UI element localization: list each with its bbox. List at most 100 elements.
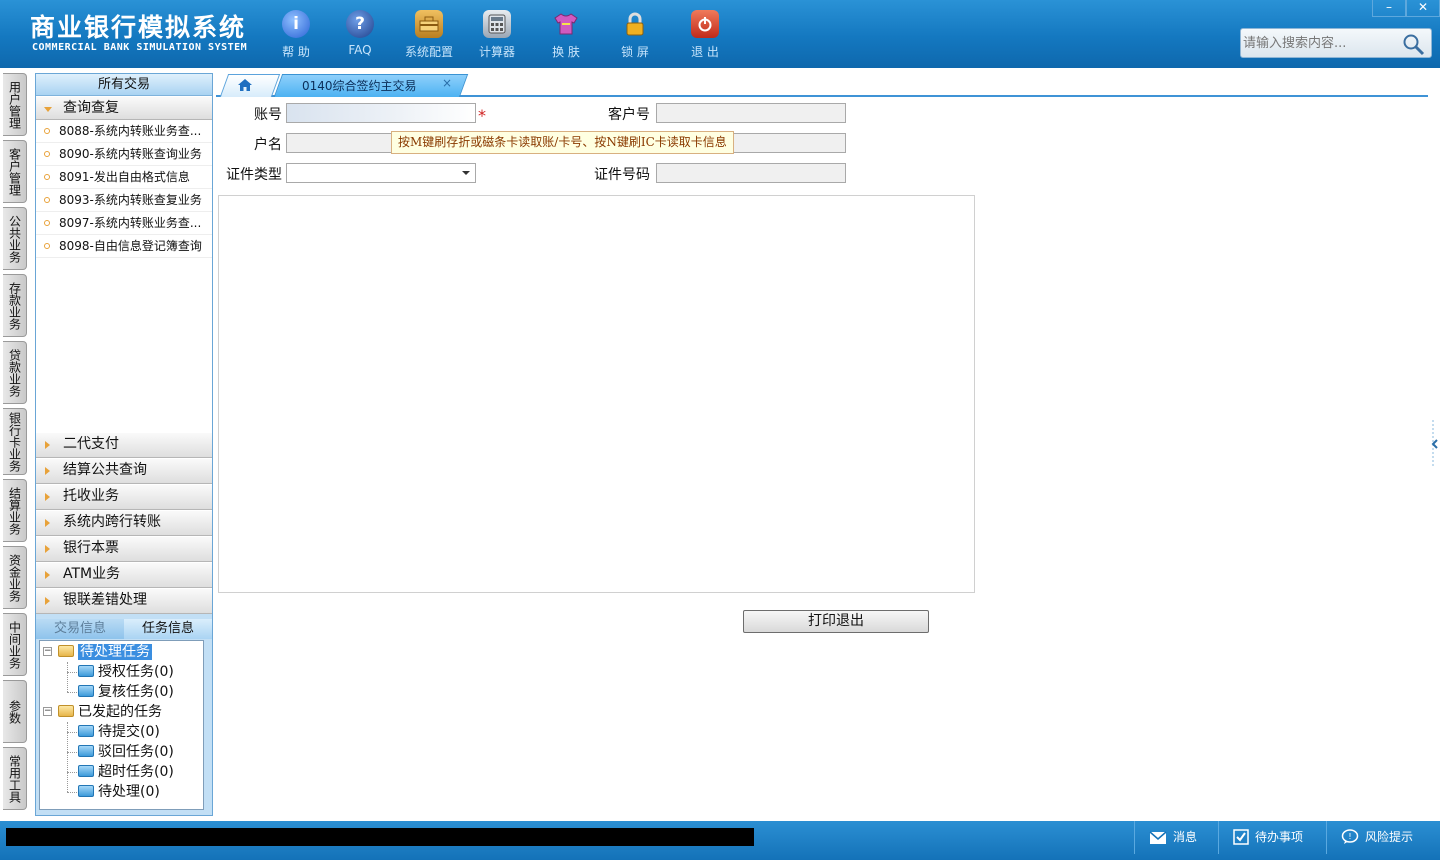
tree-node-auth-task[interactable]: 授权任务(0)	[78, 662, 174, 682]
todo-button[interactable]: 待办事项	[1218, 821, 1322, 854]
side-tab-fund-business[interactable]: 资金业务	[3, 546, 27, 609]
collapse-icon[interactable]: −	[43, 707, 52, 716]
collapse-icon[interactable]: −	[43, 647, 52, 656]
info-icon: i	[282, 10, 310, 38]
side-tab-intermediate-business[interactable]: 中间业务	[3, 613, 27, 676]
side-tab-deposit-business[interactable]: 存款业务	[3, 274, 27, 337]
chevron-down-icon	[462, 171, 470, 175]
speech-bubble-icon: !	[1341, 829, 1359, 844]
folder-icon	[78, 785, 94, 797]
side-tab-loan-business[interactable]: 贷款业务	[3, 341, 27, 404]
account-input[interactable]	[286, 103, 476, 123]
checkbox-icon	[1233, 829, 1249, 845]
task-tree: − 待处理任务 授权任务(0) 复核任务(0) − 已发起的任务 待提交(0) …	[39, 640, 204, 810]
customer-no-label: 客户号	[608, 107, 650, 123]
folder-icon	[78, 685, 94, 697]
transaction-panel: 所有交易 查询查复 8088-系统内转账业务查... 8090-系统内转账查询业…	[35, 73, 213, 816]
id-type-label: 证件类型	[226, 167, 282, 183]
search-icon[interactable]	[1401, 32, 1425, 56]
minimize-button[interactable]: –	[1372, 0, 1406, 17]
bullet-icon	[44, 220, 50, 226]
home-icon[interactable]	[237, 78, 253, 92]
tab-close-icon[interactable]: ×	[442, 76, 452, 90]
list-item[interactable]: 8093-系统内转账查复业务	[36, 189, 212, 212]
id-type-select[interactable]	[286, 163, 476, 183]
customer-no-input[interactable]	[656, 103, 846, 123]
collapsed-arrow-icon	[45, 467, 50, 475]
folder-icon	[78, 765, 94, 777]
side-tab-parameters[interactable]: 参数	[3, 680, 27, 743]
messages-button[interactable]: 消息	[1134, 821, 1212, 854]
group-unionpay-error[interactable]: 银联差错处理	[36, 588, 212, 614]
side-tab-customer-management[interactable]: 客户管理	[3, 140, 27, 203]
account-label: 账号	[254, 107, 282, 123]
expanded-arrow-icon	[44, 107, 52, 112]
tree-node-review-task[interactable]: 复核任务(0)	[78, 682, 174, 702]
collapsed-arrow-icon	[45, 545, 50, 553]
risk-alert-button[interactable]: ! 风险提示	[1326, 821, 1440, 854]
tree-node-initiated[interactable]: 已发起的任务	[58, 702, 162, 722]
lock-screen-button[interactable]: 锁 屏	[605, 8, 665, 62]
exit-button[interactable]: 退 出	[675, 8, 735, 62]
list-item[interactable]: 8091-发出自由格式信息	[36, 166, 212, 189]
folder-icon	[78, 745, 94, 757]
side-tab-common-tools[interactable]: 常用工具	[3, 747, 27, 810]
tab-transaction-info[interactable]: 交易信息	[36, 619, 124, 639]
bullet-icon	[44, 128, 50, 134]
group-second-gen-payment[interactable]: 二代支付	[36, 432, 212, 458]
main-tab-bar: 0140综合签约主交易 ×	[216, 73, 1428, 97]
status-bar: 消息 待办事项 ! 风险提示	[0, 821, 1440, 860]
mail-icon	[1149, 831, 1167, 844]
bullet-icon	[44, 174, 50, 180]
calculator-button[interactable]: 计算器	[467, 8, 527, 62]
faq-icon: ?	[346, 10, 374, 38]
tree-node-timeout[interactable]: 超时任务(0)	[78, 762, 174, 782]
help-button[interactable]: i 帮 助	[266, 8, 326, 62]
app-header: 商业银行模拟系统 COMMERCIAL BANK SIMULATION SYST…	[0, 0, 1440, 68]
side-tab-public-business[interactable]: 公共业务	[3, 207, 27, 270]
card-read-hint: 按M键刷存折或磁条卡读取账/卡号、按N键刷IC卡读取卡信息	[391, 131, 734, 154]
tree-node-pending[interactable]: 待处理任务	[58, 642, 152, 662]
list-item[interactable]: 8097-系统内转账业务查...	[36, 212, 212, 235]
toolbox-icon	[415, 10, 443, 38]
system-config-button[interactable]: 系统配置	[399, 8, 459, 62]
folder-icon	[78, 725, 94, 737]
faq-button[interactable]: ? FAQ	[330, 8, 390, 62]
side-tab-bank-card-business[interactable]: 银行卡业务	[3, 408, 27, 475]
tree-node-to-process[interactable]: 待处理(0)	[78, 782, 160, 802]
id-no-input[interactable]	[656, 163, 846, 183]
id-no-label: 证件号码	[594, 167, 650, 183]
side-module-tabs: 用户管理 客户管理 公共业务 存款业务 贷款业务 银行卡业务 结算业务 资金业务…	[0, 68, 32, 820]
folder-open-icon	[58, 705, 74, 717]
group-collection[interactable]: 托收业务	[36, 484, 212, 510]
side-tab-settlement-business[interactable]: 结算业务	[3, 479, 27, 542]
tree-node-to-submit[interactable]: 待提交(0)	[78, 722, 160, 742]
bullet-icon	[44, 243, 50, 249]
group-atm[interactable]: ATM业务	[36, 562, 212, 588]
collapse-right-panel-icon[interactable]	[1428, 418, 1440, 470]
transaction-list: 8088-系统内转账业务查... 8090-系统内转账查询业务 8091-发出自…	[36, 120, 212, 432]
tab-label: 0140综合签约主交易	[302, 79, 417, 93]
tree-node-rejected[interactable]: 驳回任务(0)	[78, 742, 174, 762]
side-tab-user-management[interactable]: 用户管理	[3, 73, 27, 136]
list-item[interactable]: 8098-自由信息登记簿查询	[36, 235, 212, 258]
svg-text:!: !	[1348, 832, 1351, 841]
group-query-reply[interactable]: 查询查复	[36, 96, 212, 120]
group-settlement-query[interactable]: 结算公共查询	[36, 458, 212, 484]
folder-icon	[78, 665, 94, 677]
bullet-icon	[44, 197, 50, 203]
bullet-icon	[44, 151, 50, 157]
change-skin-button[interactable]: 换 肤	[536, 8, 596, 62]
group-interbank-transfer[interactable]: 系统内跨行转账	[36, 510, 212, 536]
print-exit-button[interactable]: 打印退出	[743, 610, 929, 633]
panel-title: 所有交易	[36, 74, 212, 96]
collapsed-arrow-icon	[45, 441, 50, 449]
list-item[interactable]: 8088-系统内转账业务查...	[36, 120, 212, 143]
tab-task-info[interactable]: 任务信息	[124, 619, 212, 639]
search-input[interactable]	[1243, 32, 1403, 54]
close-window-button[interactable]: ✕	[1406, 0, 1440, 17]
app-subtitle: COMMERCIAL BANK SIMULATION SYSTEM	[32, 42, 248, 53]
list-item[interactable]: 8090-系统内转账查询业务	[36, 143, 212, 166]
account-name-label: 户名	[254, 137, 282, 153]
group-cashier-check[interactable]: 银行本票	[36, 536, 212, 562]
